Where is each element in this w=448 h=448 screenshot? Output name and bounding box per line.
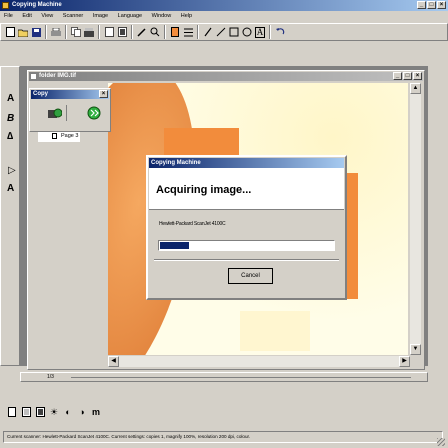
tool-a-icon[interactable]: A [7, 93, 14, 104]
copy-panel-title-bar[interactable]: Copy × [31, 90, 109, 99]
left-toolbar: A B ∆ ▷ A [0, 66, 20, 366]
page-icon-small [52, 133, 57, 139]
tool-e-icon[interactable]: A [7, 183, 14, 194]
menu-image[interactable]: Image [93, 13, 108, 19]
app-title: Copying Machine [12, 2, 62, 8]
page-slider-track[interactable] [71, 377, 411, 378]
rectangle-icon[interactable] [228, 26, 240, 38]
mode-icon[interactable]: ◑ [76, 406, 88, 418]
copy-panel-title: Copy [33, 91, 48, 97]
document-title: folder IMG.tif [39, 73, 76, 79]
color-swatch-icon[interactable] [169, 26, 181, 38]
undo-icon[interactable] [274, 26, 286, 38]
text-icon[interactable]: A [254, 26, 266, 38]
acquire-dialog: Copying Machine Acquiring image... Hewle… [146, 155, 347, 300]
status-bar: Current scanner: Hewlett-Packard ScanJet… [3, 431, 443, 443]
menu-scanner[interactable]: Scanner [63, 13, 84, 19]
ellipse-icon[interactable] [241, 26, 253, 38]
print-icon[interactable] [50, 26, 62, 38]
page-tree: Page 3 [38, 132, 80, 142]
menu-window[interactable]: Window [152, 13, 172, 19]
brightness-icon[interactable]: ☀ [48, 406, 60, 418]
copy-icon[interactable] [70, 26, 82, 38]
app-title-bar[interactable]: Copying Machine _ □ × [0, 0, 448, 11]
minimize-button[interactable]: _ [417, 1, 426, 9]
dialog-heading: Acquiring image... [156, 184, 252, 196]
menu-file[interactable]: File [4, 13, 13, 19]
pencil-icon[interactable] [136, 26, 148, 38]
save-icon[interactable] [30, 26, 42, 38]
doc-close-button[interactable]: × [413, 72, 422, 80]
document-icon [31, 74, 36, 79]
copy-go-icon[interactable] [86, 106, 102, 120]
page-frame-icon[interactable] [116, 26, 128, 38]
status-text: Current scanner: Hewlett-Packard ScanJet… [7, 434, 251, 439]
acquire-progress-bar [158, 240, 335, 251]
scan-icon[interactable] [83, 26, 95, 38]
document-title-bar[interactable]: folder IMG.tif _ □ × [29, 72, 423, 81]
image-shape-bottom [240, 311, 310, 351]
tool-d-icon[interactable]: ▷ [8, 165, 16, 176]
line-icon[interactable] [215, 26, 227, 38]
doc-maximize-button[interactable]: □ [403, 72, 412, 80]
copy-start-icon[interactable] [48, 107, 63, 119]
vertical-scrollbar[interactable]: ▲ ▼ [410, 83, 421, 355]
tree-item-page-3[interactable]: Page 3 [61, 132, 78, 141]
cancel-label: Cancel [241, 273, 260, 279]
doc-minimize-button[interactable]: _ [393, 72, 402, 80]
menu-view[interactable]: View [41, 13, 53, 19]
horizontal-scrollbar[interactable]: ◀ ▶ [108, 356, 410, 367]
page-view-icon[interactable] [6, 406, 18, 418]
properties-icon[interactable] [182, 26, 194, 38]
scroll-right-button[interactable]: ▶ [399, 356, 410, 367]
tool-b-icon[interactable]: B [7, 113, 14, 124]
grayscale-icon[interactable]: m [90, 406, 102, 418]
scanner-name: Hewlett-Packard ScanJet 4100C [159, 221, 226, 227]
main-toolbar: A [0, 23, 448, 41]
dialog-header: Acquiring image... [149, 168, 344, 210]
acquire-progress-fill [160, 242, 190, 249]
resize-grip-icon[interactable] [437, 438, 445, 446]
contrast-icon[interactable]: ◐ [62, 406, 74, 418]
scroll-down-button[interactable]: ▼ [410, 344, 421, 355]
brush-icon[interactable] [202, 26, 214, 38]
fit-icon[interactable] [34, 406, 46, 418]
dialog-divider [154, 259, 339, 261]
copy-panel: Copy × [29, 88, 111, 132]
open-icon[interactable] [17, 26, 29, 38]
scroll-left-button[interactable]: ◀ [108, 356, 119, 367]
close-button[interactable]: × [437, 1, 446, 9]
menu-language[interactable]: Language [118, 13, 142, 19]
menu-edit[interactable]: Edit [22, 13, 31, 19]
cancel-button[interactable]: Cancel [228, 268, 273, 284]
page-icon[interactable] [103, 26, 115, 38]
page-list-icon[interactable] [20, 406, 32, 418]
page-nav-bar: 1/3 [20, 372, 428, 382]
menu-help[interactable]: Help [181, 13, 192, 19]
dialog-title: Copying Machine [151, 160, 201, 166]
page-counter: 1/3 [47, 374, 54, 380]
copy-panel-close-button[interactable]: × [99, 90, 108, 98]
new-icon[interactable] [4, 26, 16, 38]
bottom-toolbar: ☀ ◐ ◑ m [0, 404, 448, 420]
tool-c-icon[interactable]: ∆ [7, 131, 13, 142]
select-icon[interactable] [149, 26, 161, 38]
menu-bar: File Edit View Scanner Image Language Wi… [0, 11, 448, 22]
maximize-button[interactable]: □ [427, 1, 436, 9]
dialog-title-bar[interactable]: Copying Machine [149, 158, 344, 168]
app-icon [2, 2, 9, 9]
scroll-up-button[interactable]: ▲ [410, 83, 421, 94]
